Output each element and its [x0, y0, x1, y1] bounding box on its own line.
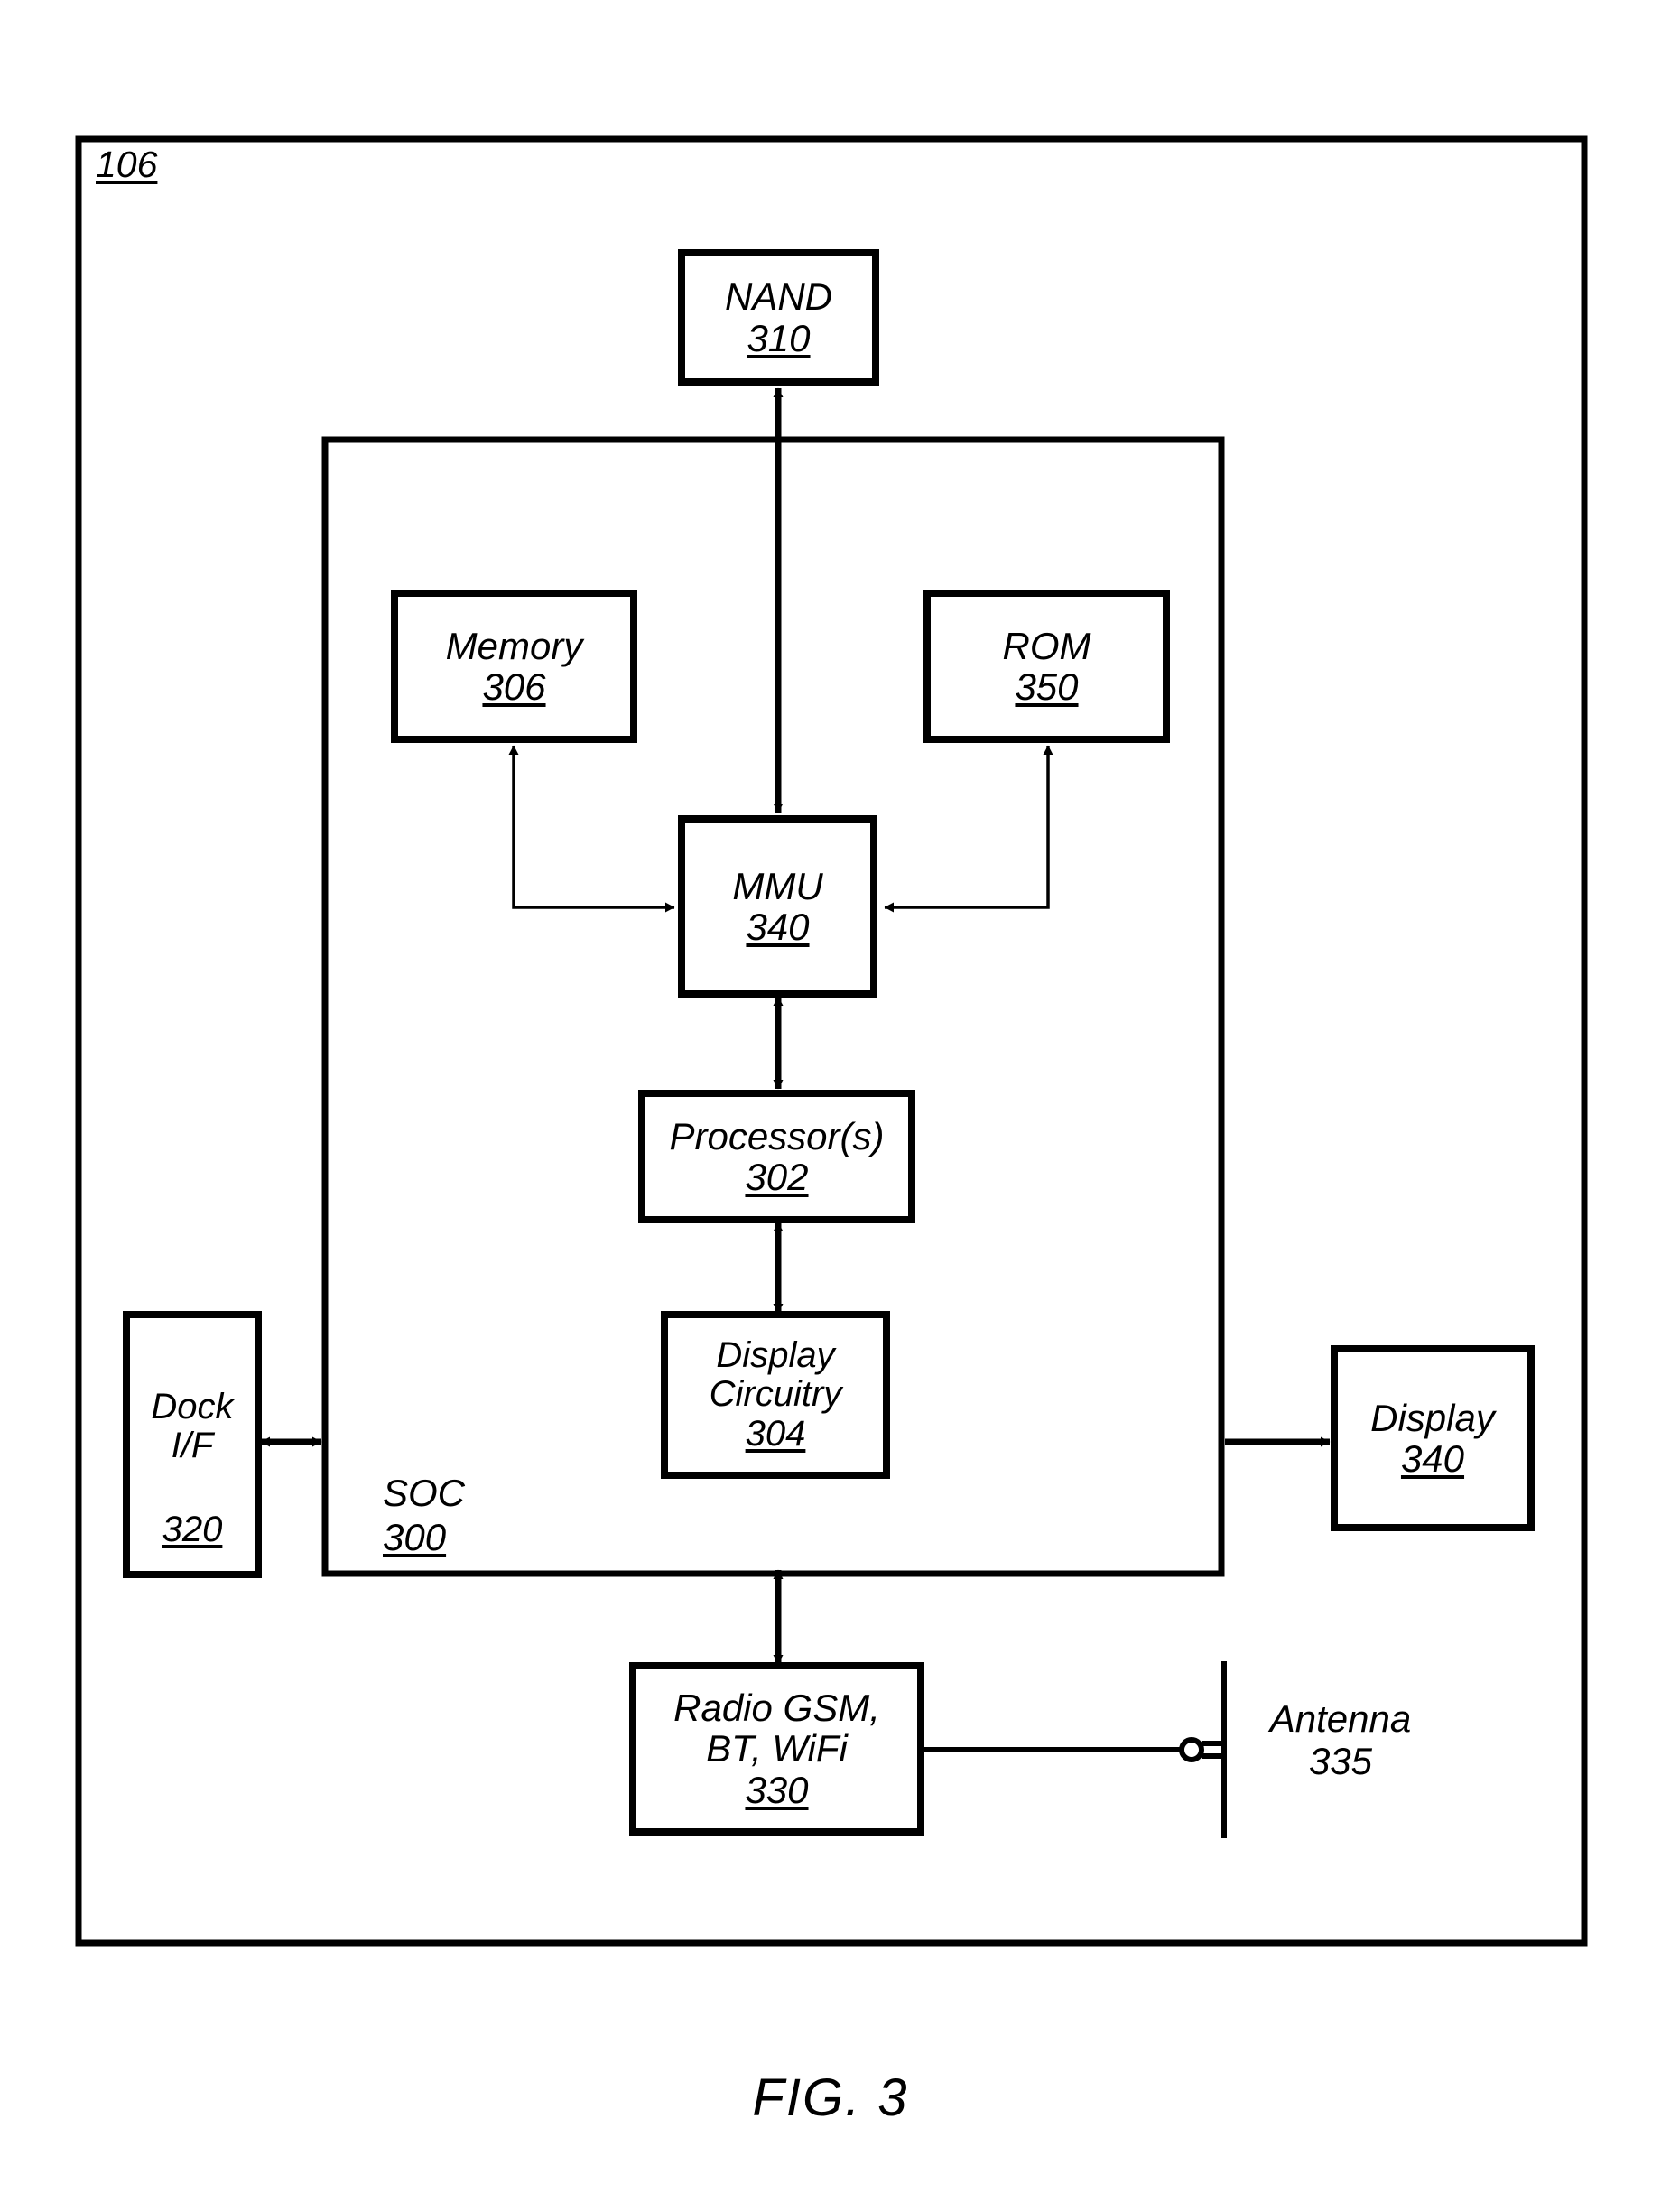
figure-caption-text: FIG. 3 [752, 2068, 909, 2127]
nand-box[interactable] [678, 249, 879, 386]
soc-label: SOC 300 [383, 1472, 465, 1558]
antenna-reference: 335 [1308, 1740, 1373, 1783]
outer-device-reference-number: 106 [96, 144, 158, 185]
display-circuitry-box[interactable] [661, 1311, 890, 1479]
dock-interface-box[interactable] [123, 1311, 262, 1578]
processor-box[interactable] [638, 1090, 915, 1223]
block-diagram [75, 135, 1588, 1947]
mmu-box[interactable] [678, 815, 877, 998]
figure-caption: FIG. 3 [0, 2068, 1661, 2128]
display-box[interactable] [1331, 1345, 1535, 1531]
memory-box[interactable] [391, 590, 637, 743]
figure-canvas: 106 NAND 310 Memory 306 ROM 350 MMU 340 … [0, 0, 1661, 2212]
radio-box[interactable] [629, 1662, 924, 1836]
soc-reference: 300 [383, 1516, 447, 1559]
rom-box[interactable] [923, 590, 1170, 743]
soc-title: SOC [383, 1472, 466, 1514]
antenna-label: Antenna 335 [1237, 1697, 1444, 1782]
antenna-title: Antenna [1269, 1697, 1412, 1740]
outer-device-reference: 106 [96, 144, 157, 186]
soc-reference-wrap: 300 [383, 1516, 465, 1558]
